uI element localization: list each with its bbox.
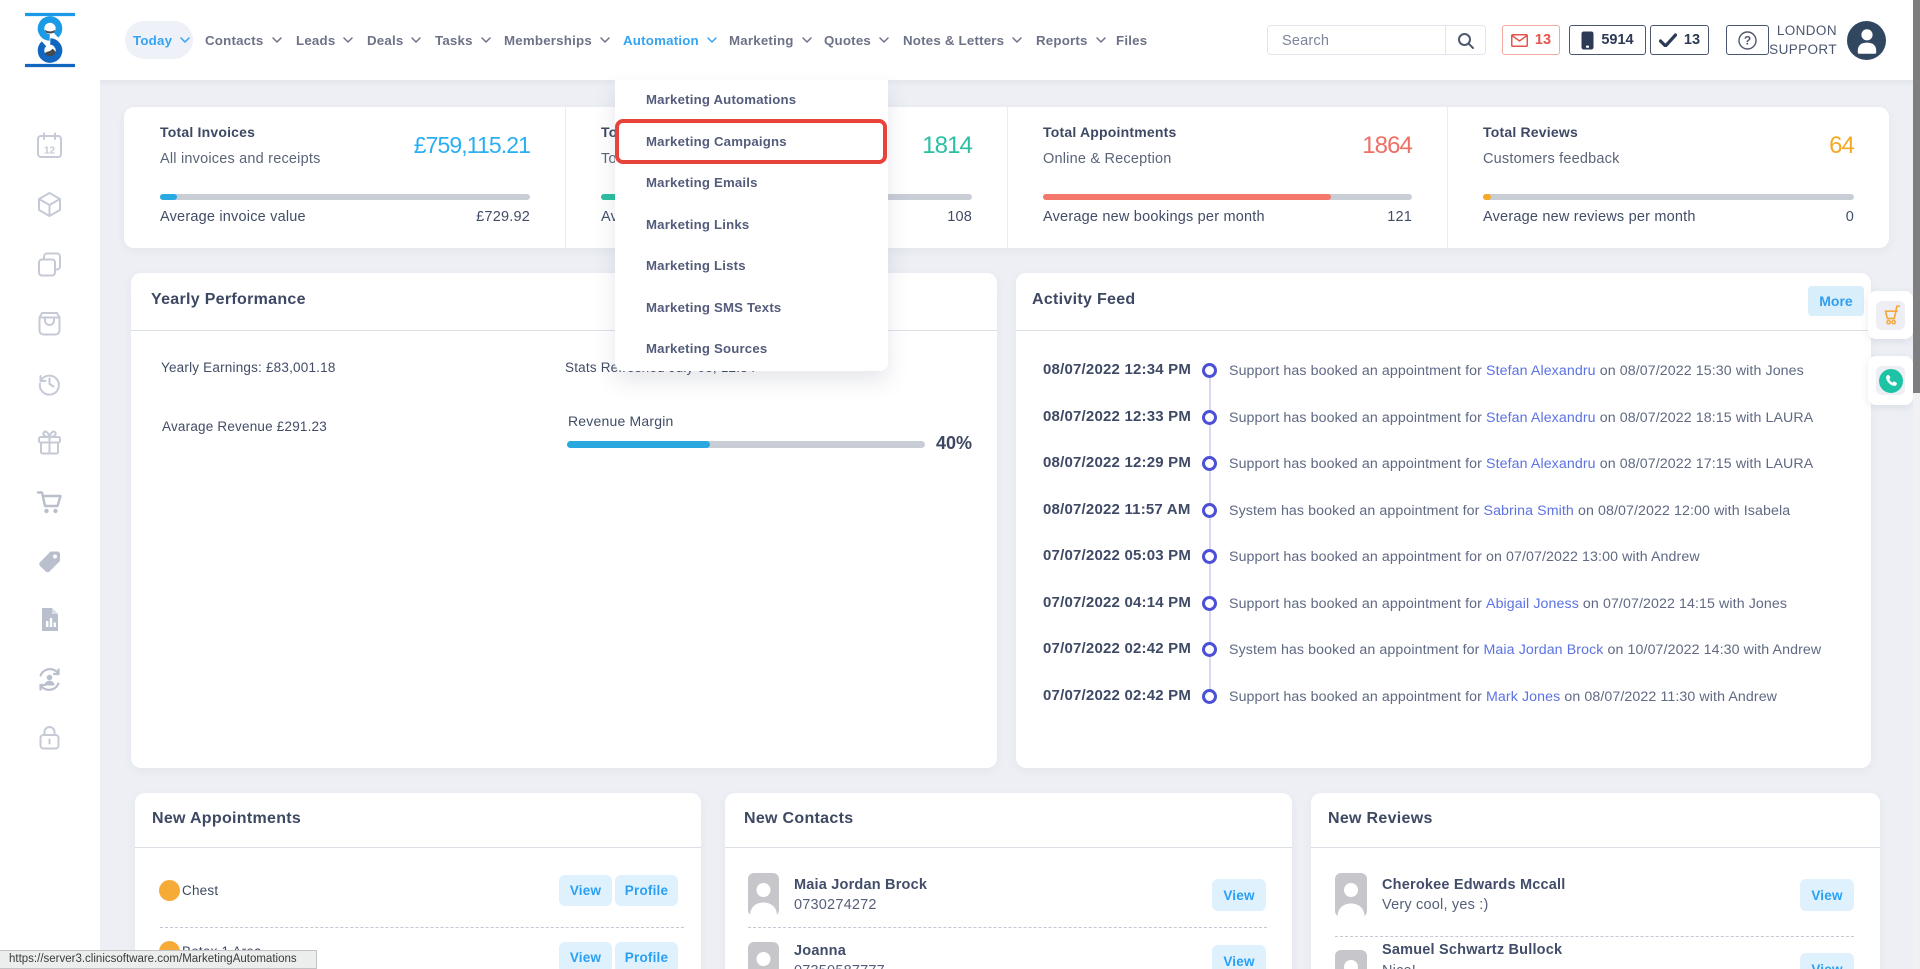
svg-text:?: ?: [1744, 33, 1751, 47]
svg-text:12: 12: [44, 146, 56, 157]
